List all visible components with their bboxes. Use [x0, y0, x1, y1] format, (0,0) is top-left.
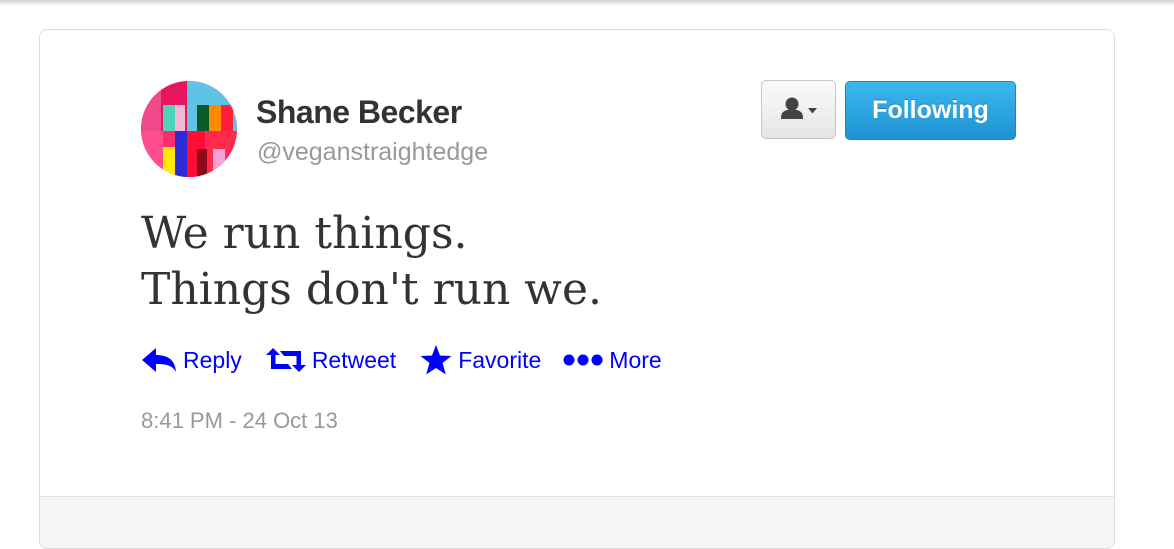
user-actions-dropdown[interactable] [761, 80, 836, 139]
tweet-text-line: We run things. [141, 208, 468, 259]
reply-arrow-icon [142, 348, 176, 372]
author-handle[interactable]: @veganstraightedge [257, 138, 488, 167]
more-label: More [609, 346, 662, 373]
tweet-timestamp[interactable]: 8:41 PM - 24 Oct 13 [141, 408, 338, 434]
retweet-icon [265, 348, 306, 372]
author-name[interactable]: Shane Becker [256, 94, 462, 131]
reply-action[interactable]: Reply [141, 347, 242, 374]
following-button[interactable]: Following [845, 81, 1016, 140]
tweet-text-line: Things don't run we. [141, 264, 602, 315]
more-dots-icon [563, 354, 603, 366]
avatar[interactable] [141, 81, 237, 177]
reply-label: Reply [183, 346, 242, 373]
tweet-text: We run things. Things don't run we. [141, 206, 1041, 318]
more-action[interactable]: More [563, 346, 662, 374]
favorite-label: Favorite [458, 346, 542, 373]
avatar-image [141, 81, 237, 177]
person-dropdown-icon [781, 97, 817, 119]
favorite-action[interactable]: Favorite [420, 345, 541, 375]
retweet-label: Retweet [311, 346, 397, 373]
top-shadow [0, 0, 1174, 6]
tweet-actions: Reply Retweet Favorite More [141, 342, 662, 378]
tweet-card: Shane Becker @veganstraightedge Followin… [39, 29, 1115, 549]
retweet-action[interactable]: Retweet [265, 346, 397, 374]
star-icon [420, 345, 452, 375]
card-footer [40, 496, 1114, 548]
